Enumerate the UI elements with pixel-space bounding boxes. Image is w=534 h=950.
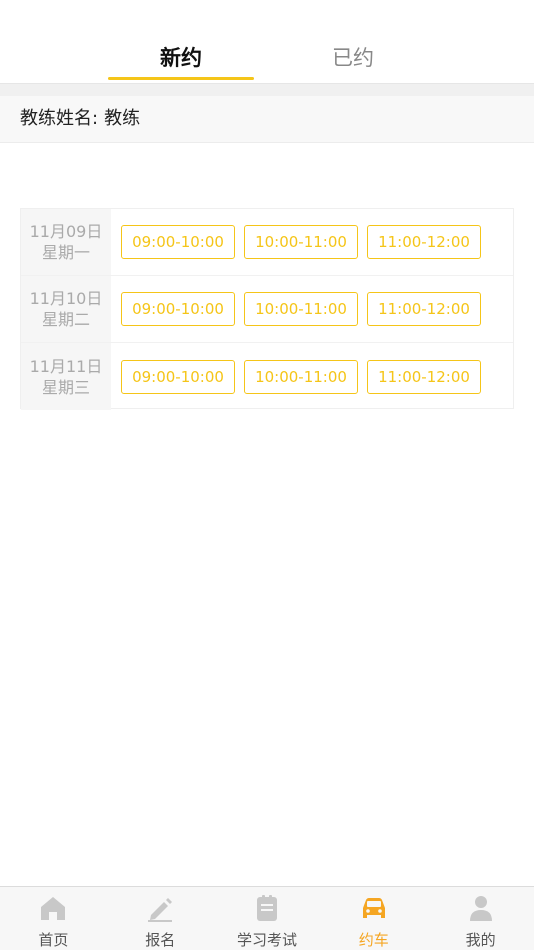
person-icon: [469, 896, 492, 921]
time-slot-group: 09:00-10:00 10:00-11:00 11:00-12:00: [111, 276, 513, 342]
bottom-nav-bar: 首页 报名 学习考试 约车 我的: [0, 886, 534, 950]
pencil-icon: [148, 898, 173, 922]
car-icon: [362, 898, 385, 918]
tab-new-appointment[interactable]: 新约: [108, 38, 254, 80]
time-slot-button[interactable]: 09:00-10:00: [121, 225, 235, 259]
time-slot-button[interactable]: 11:00-12:00: [367, 359, 481, 394]
nav-item-signup[interactable]: 报名: [107, 887, 214, 950]
home-icon: [41, 897, 66, 920]
weekday-text: 星期一: [41, 243, 90, 262]
time-slot-button[interactable]: 09:00-10:00: [121, 359, 235, 394]
date-cell: 11月09日 星期一: [21, 209, 111, 275]
coach-name-value: 教练: [104, 108, 141, 129]
time-slot-button[interactable]: 10:00-11:00: [244, 359, 358, 394]
schedule-row: 11月11日 星期三 09:00-10:00 10:00-11:00 11:00…: [21, 343, 513, 410]
schedule-row: 11月10日 星期二 09:00-10:00 10:00-11:00 11:00…: [21, 276, 513, 343]
coach-name-label: 教练姓名:: [20, 108, 99, 129]
date-text: 11月11日: [29, 356, 103, 376]
nav-label: 学习考试: [236, 931, 297, 949]
tab-booked-label: 已约: [332, 46, 374, 70]
tab-booked-appointment[interactable]: 已约: [280, 38, 426, 80]
date-cell: 11月11日 星期三: [21, 343, 111, 410]
schedule-table: 11月09日 星期一 09:00-10:00 10:00-11:00 11:00…: [20, 208, 514, 410]
nav-label: 我的: [465, 931, 496, 949]
date-text: 11月10日: [29, 289, 103, 308]
app-page: 新约 已约 教练姓名: 教练 11月09日 星期一 09:00-10:00 10:…: [0, 0, 534, 950]
top-tab-bar: 新约 已约: [0, 0, 534, 84]
nav-item-book-car[interactable]: 约车: [320, 887, 427, 950]
time-slot-group: 09:00-10:00 10:00-11:00 11:00-12:00: [111, 343, 513, 410]
time-slot-button[interactable]: 09:00-10:00: [121, 292, 235, 326]
nav-item-home[interactable]: 首页: [0, 887, 107, 950]
coach-name-row: 教练姓名: 教练: [0, 96, 534, 143]
time-slot-button[interactable]: 11:00-12:00: [367, 292, 481, 326]
date-cell: 11月10日 星期二: [21, 276, 111, 342]
section-divider: [0, 84, 534, 96]
time-slot-group: 09:00-10:00 10:00-11:00 11:00-12:00: [111, 209, 513, 275]
time-slot-button[interactable]: 10:00-11:00: [244, 292, 358, 326]
tab-new-label: 新约: [160, 46, 202, 70]
date-text: 11月09日: [29, 222, 103, 241]
nav-item-study-exam[interactable]: 学习考试: [214, 887, 321, 950]
nav-item-mine[interactable]: 我的: [427, 887, 534, 950]
schedule-row: 11月09日 星期一 09:00-10:00 10:00-11:00 11:00…: [21, 209, 513, 276]
weekday-text: 星期三: [41, 377, 90, 397]
time-slot-button[interactable]: 10:00-11:00: [244, 225, 358, 259]
nav-label: 首页: [38, 931, 69, 949]
notebook-icon: [256, 895, 277, 921]
active-tab-underline: [108, 77, 254, 80]
nav-label: 报名: [145, 931, 176, 949]
weekday-text: 星期二: [41, 310, 90, 329]
nav-label: 约车: [358, 931, 389, 949]
time-slot-button[interactable]: 11:00-12:00: [367, 225, 481, 259]
